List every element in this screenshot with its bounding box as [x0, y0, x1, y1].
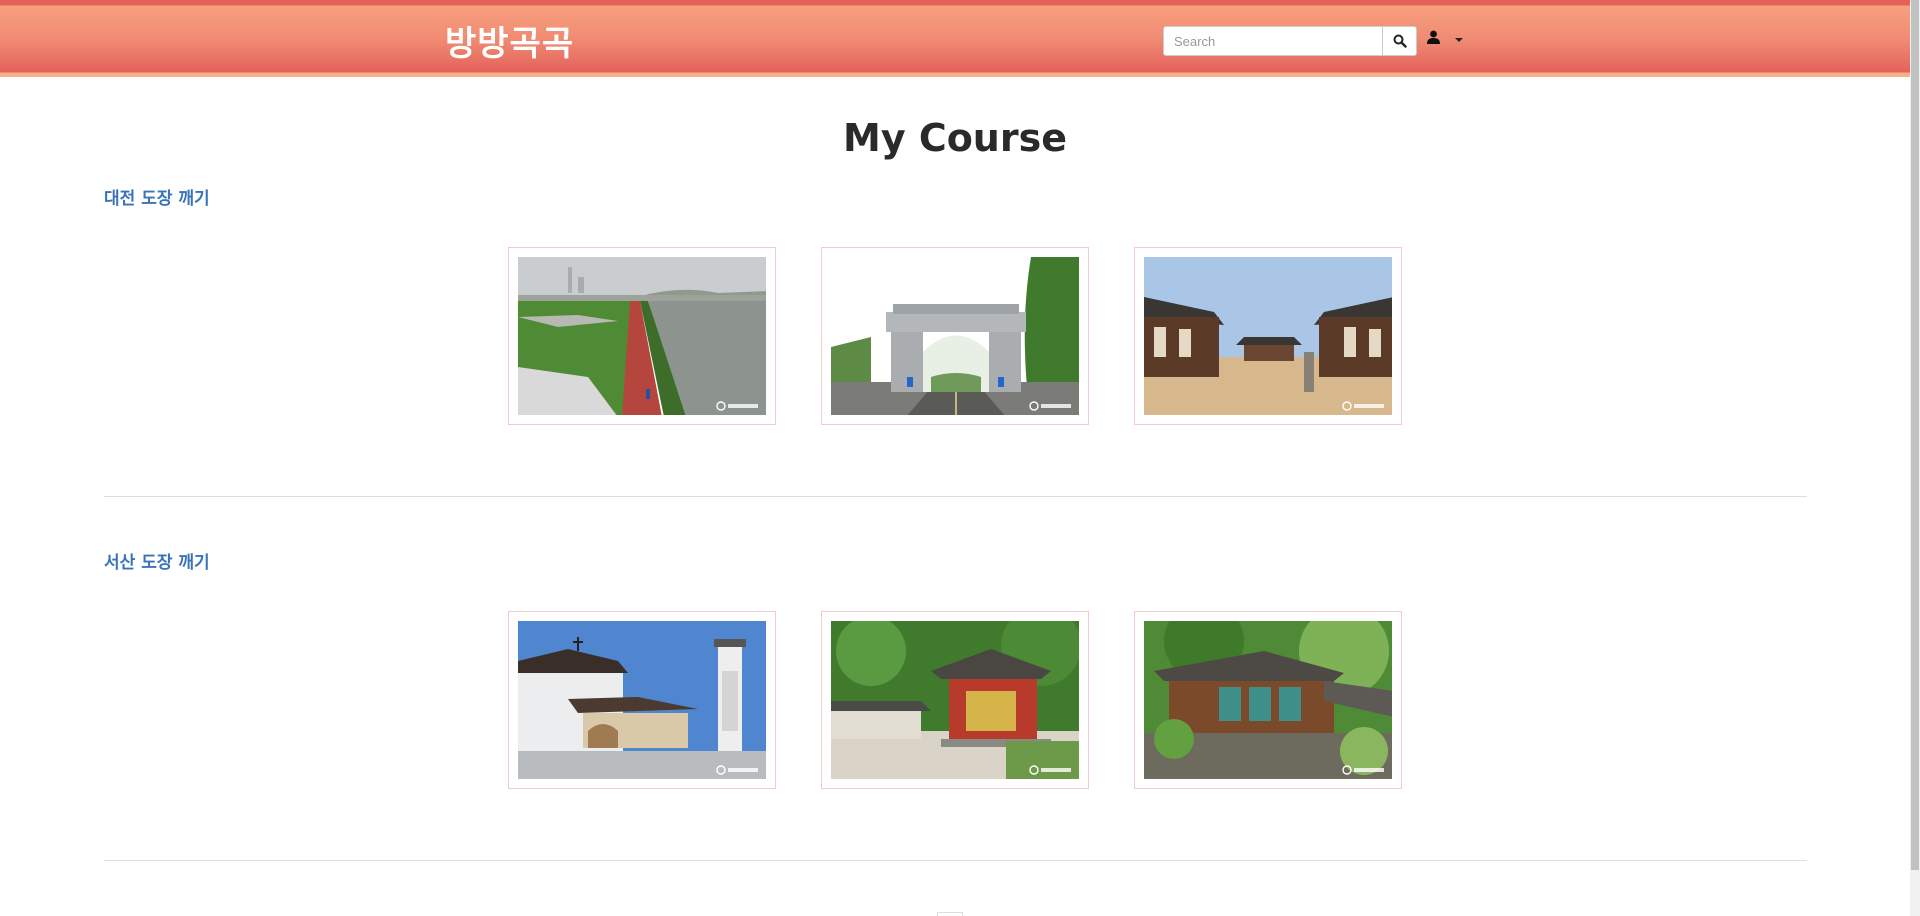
search-button[interactable] — [1383, 26, 1417, 56]
section-title-daejeon: 대전 도장 깨기 — [104, 189, 210, 209]
watermark-logo — [1342, 765, 1384, 775]
watermark-logo — [1029, 401, 1071, 411]
search-form — [1163, 26, 1417, 56]
course-photo-card[interactable] — [508, 611, 776, 789]
photo-red-temple-hall — [831, 621, 1079, 779]
photo-stone-gate — [831, 257, 1079, 415]
section-title-seosan: 서산 도장 깨기 — [104, 553, 210, 573]
gallery-seosan — [508, 611, 1402, 789]
course-photo-card[interactable] — [508, 247, 776, 425]
page-title: My Course — [843, 116, 1067, 160]
navbar: 방방곡곡 — [0, 0, 1910, 77]
course-photo-card[interactable] — [1134, 247, 1402, 425]
gallery-daejeon — [508, 247, 1402, 425]
scrollbar-thumb[interactable] — [1911, 0, 1919, 870]
course-photo-card[interactable] — [821, 611, 1089, 789]
photo-hanok-courtyard — [1144, 257, 1392, 415]
photo-riverside-bike-path — [518, 257, 766, 415]
watermark-logo — [1029, 765, 1071, 775]
watermark-logo — [716, 401, 758, 411]
user-icon — [1427, 30, 1440, 44]
course-photo-card[interactable] — [821, 247, 1089, 425]
page-scrollbar[interactable] — [1910, 0, 1920, 916]
user-menu-toggle[interactable] — [1426, 30, 1463, 44]
search-input[interactable] — [1163, 26, 1383, 56]
photo-church-with-tower — [518, 621, 766, 779]
course-photo-card[interactable] — [1134, 611, 1402, 789]
watermark-logo — [716, 765, 758, 775]
section-divider — [104, 860, 1807, 861]
search-icon — [1393, 34, 1407, 48]
photo-temple-in-forest — [1144, 621, 1392, 779]
pagination[interactable] — [937, 912, 963, 916]
watermark-logo — [1342, 401, 1384, 411]
brand-logo[interactable]: 방방곡곡 — [445, 16, 574, 65]
chevron-down-icon — [1455, 37, 1463, 42]
section-divider — [104, 496, 1807, 497]
